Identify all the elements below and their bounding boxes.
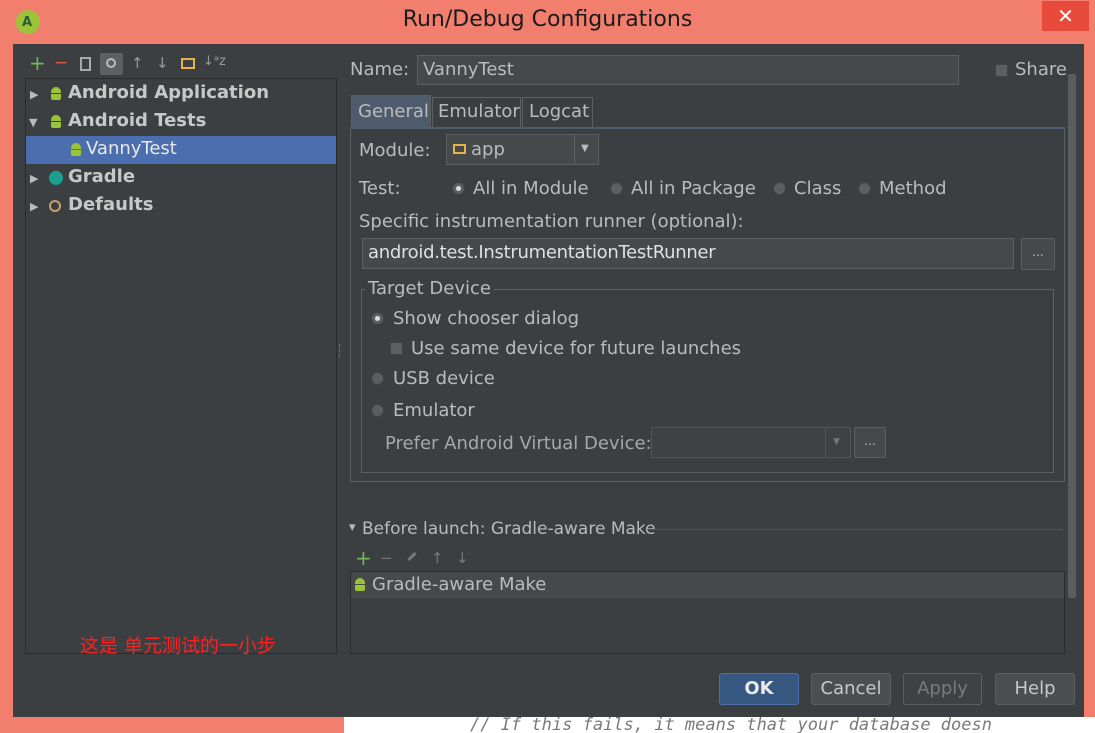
move-up-icon[interactable]: ↑ (131, 54, 144, 72)
edit-task-icon[interactable] (407, 551, 417, 562)
tree-item-gradle[interactable]: ▶ Gradle (26, 164, 336, 192)
runner-input[interactable]: android.test.InstrumentationTestRunner (362, 238, 1014, 269)
prefer-avd-select[interactable]: ▼ (651, 427, 851, 458)
tree-item-android-application[interactable]: ▶ Android Application (26, 80, 336, 108)
emulator-radio[interactable] (371, 404, 384, 417)
tab-logcat[interactable]: Logcat (522, 97, 593, 127)
ok-button[interactable]: OK (719, 673, 799, 705)
tree-item-label: Defaults (68, 194, 154, 215)
remove-icon[interactable]: − (54, 53, 68, 73)
tab-emulator[interactable]: Emulator (432, 97, 521, 127)
list-item-gradle-make[interactable]: Gradle-aware Make (351, 572, 1064, 598)
share-checkbox[interactable] (995, 64, 1008, 77)
all-in-module-label: All in Module (473, 178, 589, 199)
collapse-arrow-icon[interactable]: ▼ (29, 116, 37, 129)
name-label: Name: (350, 59, 410, 80)
gradle-icon (49, 171, 63, 185)
show-chooser-radio[interactable] (371, 312, 384, 325)
edit-defaults-icon[interactable] (100, 53, 123, 75)
move-task-down-icon[interactable]: ↓ (456, 549, 469, 567)
show-chooser-label: Show chooser dialog (393, 308, 580, 329)
wrench-icon (49, 200, 61, 212)
before-launch-header: Before launch: Gradle-aware Make (362, 519, 656, 539)
module-folder-icon (453, 144, 466, 154)
close-button[interactable]: ✕ (1042, 1, 1089, 31)
tree-item-android-tests[interactable]: ▼ Android Tests (26, 108, 336, 136)
tree-item-vannytest[interactable]: VannyTest (26, 136, 336, 164)
android-test-icon (70, 143, 82, 156)
module-value: app (471, 139, 505, 160)
copy-icon[interactable] (80, 57, 91, 71)
move-down-icon[interactable]: ↓ (156, 54, 169, 72)
tree-item-label: Gradle (68, 166, 136, 187)
all-in-package-radio[interactable] (610, 182, 623, 195)
title-bar: A Run/Debug Configurations ✕ (0, 0, 1095, 44)
window-title: Run/Debug Configurations (402, 7, 693, 32)
android-icon (50, 115, 62, 128)
config-toolbar: + − ↑ ↓ ↓ᵃz (27, 51, 227, 75)
all-in-module-radio[interactable] (452, 182, 465, 195)
same-device-label: Use same device for future launches (411, 338, 742, 359)
usb-device-label: USB device (393, 368, 495, 389)
sort-icon[interactable]: ↓ᵃz (203, 54, 226, 69)
configurations-tree: ▶ Android Application ▼ Android Tests Va… (25, 78, 337, 657)
all-in-package-label: All in Package (631, 178, 756, 199)
folder-icon[interactable] (181, 58, 195, 69)
method-radio[interactable] (858, 182, 871, 195)
usb-device-radio[interactable] (371, 372, 384, 385)
expand-arrow-icon[interactable]: ▶ (30, 88, 38, 101)
runner-browse-button[interactable]: ... (1021, 238, 1055, 270)
move-task-up-icon[interactable]: ↑ (431, 549, 444, 567)
tab-label: Emulator (438, 101, 520, 122)
same-device-checkbox[interactable] (390, 342, 403, 355)
tab-label: Logcat (529, 101, 590, 122)
dialog-client: + − ↑ ↓ ↓ᵃz ▶ Android Application ▼ Andr… (13, 44, 1084, 717)
annotation-text: 这是 单元测试的一小步 (80, 635, 277, 657)
android-icon (50, 87, 62, 100)
module-label: Module: (359, 140, 431, 161)
method-label: Method (879, 178, 947, 199)
background-editor: // If this fails, it means that your dat… (344, 717, 1095, 733)
apply-button[interactable]: Apply (903, 673, 982, 705)
chevron-down-icon: ▼ (581, 143, 589, 154)
tree-item-label: Android Tests (68, 110, 207, 131)
tab-general[interactable]: General (351, 95, 431, 127)
tab-label: General (358, 101, 429, 122)
tree-item-defaults[interactable]: ▶ Defaults (26, 192, 336, 220)
add-icon[interactable]: + (29, 51, 46, 75)
module-select[interactable]: app ▼ (446, 134, 599, 165)
expand-arrow-icon[interactable]: ▶ (30, 200, 38, 213)
cancel-button[interactable]: Cancel (811, 673, 891, 705)
expand-arrow-icon[interactable]: ▶ (30, 172, 38, 185)
add-task-icon[interactable]: + (355, 546, 372, 570)
runner-label: Specific instrumentation runner (optiona… (359, 211, 744, 232)
emulator-label: Emulator (393, 400, 475, 421)
scrollbar[interactable] (1068, 74, 1076, 598)
share-label: Share (1015, 59, 1067, 80)
target-device-legend: Target Device (365, 278, 494, 299)
help-button[interactable]: Help (995, 673, 1075, 705)
android-icon (354, 578, 366, 591)
chevron-down-icon: ▼ (833, 437, 840, 447)
class-label: Class (794, 178, 842, 199)
class-radio[interactable] (773, 182, 786, 195)
name-input[interactable]: VannyTest (417, 55, 959, 85)
prefer-avd-browse-button[interactable]: ... (854, 427, 886, 458)
splitter-handle[interactable] (339, 344, 342, 358)
collapse-icon[interactable]: ▾ (349, 520, 356, 535)
list-item-label: Gradle-aware Make (372, 574, 547, 595)
background-code-line: // If this fails, it means that your dat… (470, 717, 992, 733)
prefer-avd-label: Prefer Android Virtual Device: (385, 433, 652, 454)
test-label: Test: (359, 178, 401, 199)
dialog-window: A Run/Debug Configurations ✕ + − ↑ ↓ ↓ᵃz… (0, 0, 1095, 733)
remove-task-icon[interactable]: − (380, 549, 393, 567)
tree-item-label: Android Application (68, 82, 270, 103)
tree-item-label: VannyTest (86, 138, 177, 159)
